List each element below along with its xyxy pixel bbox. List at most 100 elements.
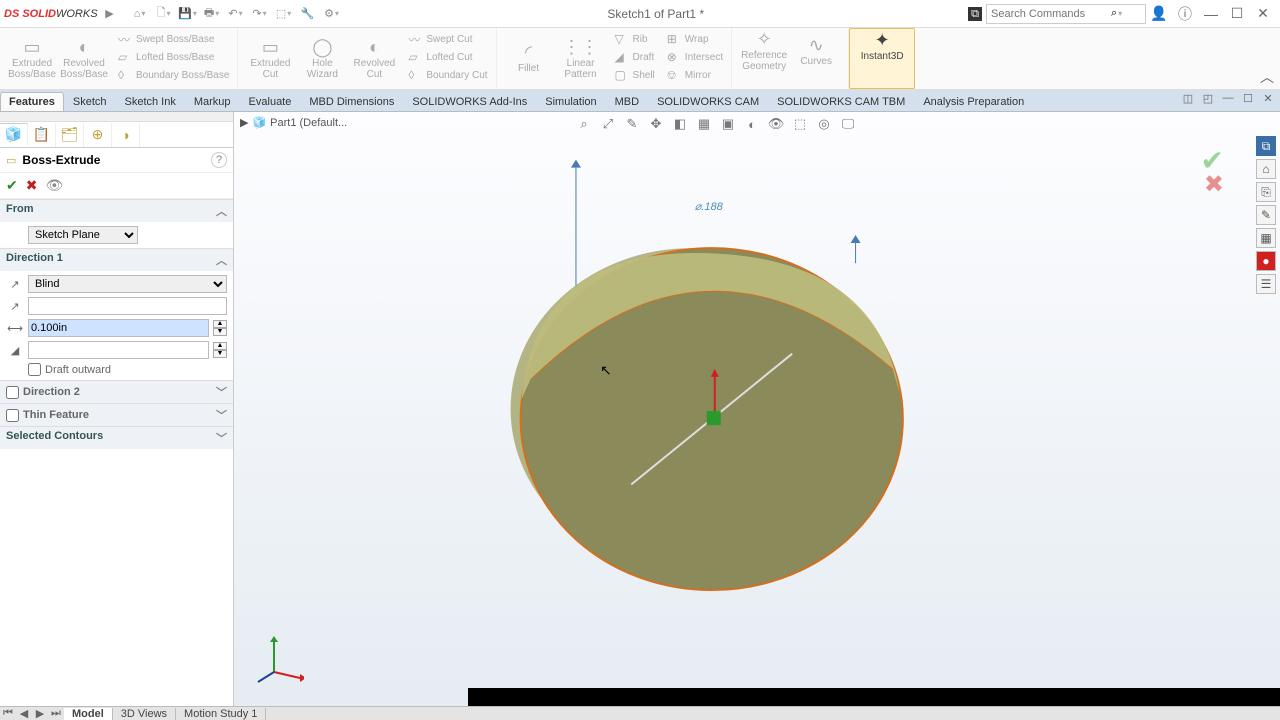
open-icon[interactable]: 🗋▾ [152, 2, 176, 26]
selected-contours-header[interactable]: Selected Contours﹀ [0, 427, 233, 449]
tab-mbd[interactable]: MBD [606, 92, 648, 111]
draft-icon[interactable]: ◢ [6, 344, 24, 357]
diameter-dim[interactable]: ⌀.188 [695, 201, 724, 213]
preview-toggle[interactable]: 👁 [45, 177, 63, 194]
options-icon[interactable]: ⚙▾ [320, 2, 344, 26]
tab-first-icon[interactable]: ⏮ [0, 707, 16, 720]
ribbon-revolved-button[interactable]: ◐RevolvedBoss/Base [58, 30, 110, 87]
panel-min-icon[interactable]: — [1220, 92, 1236, 105]
ribbon-lofted-cut[interactable]: ▱Lofted Cut [406, 48, 489, 66]
play-icon[interactable]: ▶ [98, 2, 122, 26]
ribbon-shell[interactable]: ▢Shell [613, 66, 657, 84]
undo-icon[interactable]: ↶▾ [224, 2, 248, 26]
ribbon-collapse[interactable]: ︿ [1260, 67, 1274, 87]
tab-analysis-preparation[interactable]: Analysis Preparation [914, 92, 1033, 111]
panel-max-icon[interactable]: ☐ [1240, 92, 1256, 105]
tab-sketch[interactable]: Sketch [64, 92, 116, 111]
accept-button[interactable]: ✔ [6, 177, 18, 194]
dim-mgr-tab[interactable]: ⊕ [84, 123, 112, 147]
feature-mgr-tab[interactable]: 🧊 [0, 123, 28, 147]
search-prefix-icon: ⧉ [968, 7, 982, 21]
direction2-check[interactable] [6, 386, 19, 399]
direction-ref-field[interactable] [28, 297, 227, 315]
search-input[interactable] [991, 8, 1111, 20]
ribbon-swept-cut[interactable]: 〰Swept Cut [406, 30, 489, 48]
direction2-header[interactable]: Direction 2 ﹀ [0, 381, 233, 403]
draft-spinner[interactable]: ▲▼ [213, 342, 227, 358]
ribbon-reference-button[interactable]: ✧ReferenceGeometry [738, 30, 790, 72]
ribbon-revolved-button[interactable]: ◐RevolvedCut [348, 30, 400, 87]
tab-features[interactable]: Features [0, 92, 64, 111]
bottom-tab-model[interactable]: Model [64, 708, 113, 720]
redo-icon[interactable]: ↷▾ [248, 2, 272, 26]
bottom-tabs: ⏮ ◀ ▶ ⏭ Model3D ViewsMotion Study 1 [0, 706, 1280, 720]
panel-grip[interactable] [0, 112, 233, 122]
small-icon: ⊗ [667, 50, 681, 64]
tab-solidworks-add-ins[interactable]: SOLIDWORKS Add-Ins [403, 92, 536, 111]
help-icon[interactable]: ⓘ [1172, 3, 1198, 25]
draft-angle-field[interactable] [28, 341, 209, 359]
bottom-tab-motion-study-1[interactable]: Motion Study 1 [176, 708, 266, 720]
depth-field[interactable] [28, 319, 209, 337]
direction1-header[interactable]: Direction 1︿ [0, 249, 233, 271]
config-mgr-tab[interactable]: 🗂 [56, 123, 84, 147]
orientation-triad[interactable] [256, 636, 304, 684]
rebuild-icon[interactable]: 🔧 [296, 2, 320, 26]
maximize-button[interactable]: ☐ [1224, 3, 1250, 25]
search-icon[interactable]: ⌕ [1111, 7, 1117, 20]
ribbon-linear-button[interactable]: ⋮⋮LinearPattern [555, 30, 607, 87]
thin-feature-check[interactable] [6, 409, 19, 422]
ribbon-hole-button[interactable]: ◯HoleWizard [296, 30, 348, 87]
panel-split-icon[interactable]: ◫ [1180, 92, 1196, 105]
tab-simulation[interactable]: Simulation [536, 92, 605, 111]
pm-help-icon[interactable]: ? [211, 152, 227, 168]
ribbon-boundary-boss-base[interactable]: ◊Boundary Boss/Base [116, 66, 231, 84]
ribbon-instant3d-button[interactable]: ✦Instant3D [856, 31, 908, 62]
from-select[interactable]: Sketch Plane [28, 226, 138, 244]
bottom-tab-3d-views[interactable]: 3D Views [113, 708, 176, 720]
reverse-dir-icon[interactable]: ↗ [6, 278, 24, 291]
thin-feature-header[interactable]: Thin Feature ﹀ [0, 404, 233, 426]
select-icon[interactable]: ⬚▾ [272, 2, 296, 26]
ribbon-draft[interactable]: ◢Draft [613, 48, 657, 66]
from-section-header[interactable]: From︿ [0, 200, 233, 222]
tab-last-icon[interactable]: ⏭ [48, 707, 64, 720]
depth-spinner[interactable]: ▲▼ [213, 320, 227, 336]
print-icon[interactable]: 🖶▾ [200, 2, 224, 26]
minimize-button[interactable]: — [1198, 3, 1224, 25]
tab-evaluate[interactable]: Evaluate [240, 92, 301, 111]
ribbon-boundary-cut[interactable]: ◊Boundary Cut [406, 66, 489, 84]
ribbon-lofted-boss-base[interactable]: ▱Lofted Boss/Base [116, 48, 231, 66]
close-button[interactable]: ✕ [1250, 3, 1276, 25]
save-icon[interactable]: 💾▾ [176, 2, 200, 26]
property-mgr-tab[interactable]: 📋 [28, 123, 56, 147]
ribbon-extruded-button[interactable]: ▭ExtrudedCut [244, 30, 296, 87]
tab-next-icon[interactable]: ▶ [32, 707, 48, 720]
tab-prev-icon[interactable]: ◀ [16, 707, 32, 720]
panel-pop-icon[interactable]: ◰ [1200, 92, 1216, 105]
end-condition-select[interactable]: Blind [28, 275, 227, 293]
ribbon-group: ◜Fillet⋮⋮LinearPattern ▽Rib◢Draft▢Shell ⊞W… [497, 28, 733, 89]
tab-solidworks-cam-tbm[interactable]: SOLIDWORKS CAM TBM [768, 92, 914, 111]
home-icon[interactable]: ⌂▾ [128, 2, 152, 26]
panel-close-icon[interactable]: ✕ [1260, 92, 1276, 105]
reject-button[interactable]: ✖ [26, 177, 38, 194]
ribbon-fillet-button[interactable]: ◜Fillet [503, 30, 555, 87]
tab-solidworks-cam[interactable]: SOLIDWORKS CAM [648, 92, 768, 111]
direction-vector-icon[interactable]: ↗ [6, 300, 24, 313]
ribbon-wrap[interactable]: ⊞Wrap [665, 30, 725, 48]
ribbon-extruded-button[interactable]: ▭ExtrudedBoss/Base [6, 30, 58, 87]
ribbon-intersect[interactable]: ⊗Intersect [665, 48, 725, 66]
ribbon-curves-button[interactable]: ∿Curves [790, 30, 842, 72]
user-icon[interactable]: 👤 [1146, 3, 1172, 25]
ribbon-rib[interactable]: ▽Rib [613, 30, 657, 48]
ribbon-mirror[interactable]: ⎊Mirror [665, 66, 725, 84]
search-commands[interactable]: ⌕ ▾ [986, 4, 1146, 24]
tab-markup[interactable]: Markup [185, 92, 240, 111]
draft-outward-check[interactable]: Draft outward [28, 363, 227, 376]
tab-mbd-dimensions[interactable]: MBD Dimensions [300, 92, 403, 111]
display-mgr-tab[interactable]: ◑ [112, 123, 140, 147]
ribbon-swept-boss-base[interactable]: 〰Swept Boss/Base [116, 30, 231, 48]
tab-sketch-ink[interactable]: Sketch Ink [116, 92, 185, 111]
graphics-viewport[interactable]: ▶ 🧊 Part1 (Default... ⌕⤢✎✥◧▦▣◐👁⬚◎🖵 ✔ ✖ ⧉… [234, 112, 1280, 706]
